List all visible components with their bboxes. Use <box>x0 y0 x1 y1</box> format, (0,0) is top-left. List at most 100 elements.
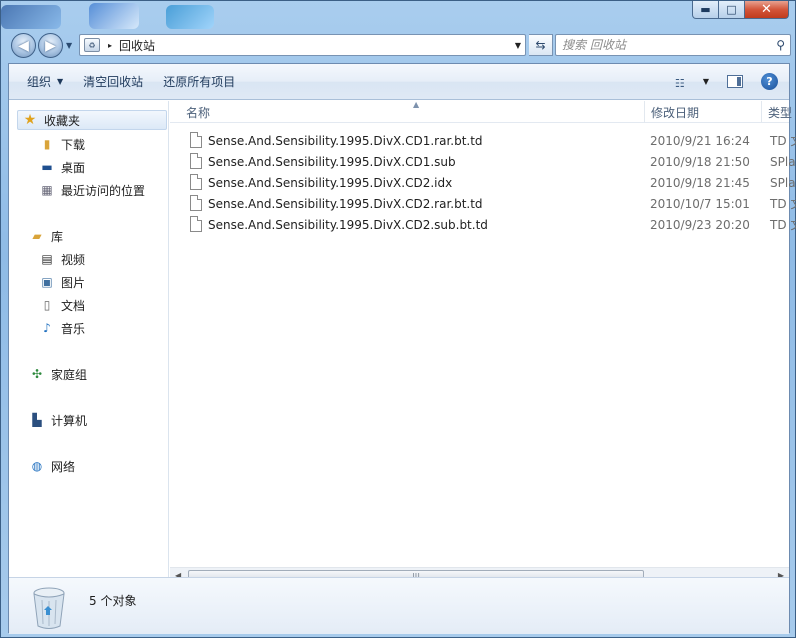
recycle-bin-icon <box>33 587 65 629</box>
details-pane: 5 个对象 <box>9 577 789 634</box>
videos-icon: ▤ <box>41 252 53 266</box>
file-date: 2010/9/18 21:50 <box>650 154 750 169</box>
back-button[interactable]: ◀ <box>11 33 36 58</box>
sidebar-item-label: 计算机 <box>51 413 88 428</box>
file-row[interactable]: Sense.And.Sensibility.1995.DivX.CD2.rar.… <box>170 193 796 214</box>
file-row[interactable]: Sense.And.Sensibility.1995.DivX.CD2.idx … <box>170 172 796 193</box>
file-type: TD 文 <box>770 218 796 232</box>
recycle-bin-small-icon: ♻ <box>84 38 100 52</box>
sidebar-item-label: 文档 <box>61 298 86 313</box>
sidebar-item-label: 下载 <box>61 137 86 152</box>
search-box[interactable]: ⚲ <box>555 34 791 56</box>
file-icon <box>190 153 202 169</box>
file-icon <box>190 216 202 232</box>
file-type: SPla <box>770 175 796 190</box>
maximize-button[interactable]: □ <box>719 1 745 19</box>
help-icon[interactable]: ? <box>761 73 778 90</box>
file-type: TD 文 <box>770 134 796 148</box>
sidebar-item-label: 视频 <box>61 252 86 267</box>
file-name: Sense.And.Sensibility.1995.DivX.CD2.sub.… <box>208 217 488 232</box>
empty-recycle-bin-button[interactable]: 清空回收站 <box>73 70 153 94</box>
file-icon <box>190 174 202 190</box>
file-name: Sense.And.Sensibility.1995.DivX.CD2.rar.… <box>208 196 483 211</box>
sidebar-item-label: 库 <box>51 229 64 244</box>
homegroup-icon: ✣ <box>31 367 43 381</box>
search-icon[interactable]: ⚲ <box>776 38 785 52</box>
address-history-dropdown-icon[interactable]: ▼ <box>515 41 521 50</box>
file-date: 2010/9/21 16:24 <box>650 133 750 148</box>
restore-all-items-button[interactable]: 还原所有项目 <box>153 70 245 94</box>
refresh-button[interactable]: ⇆ <box>529 34 553 56</box>
sidebar-item-network[interactable]: ◍ 网络 <box>29 456 75 476</box>
file-date: 2010/9/18 21:45 <box>650 175 750 190</box>
organize-label: 组织 <box>27 75 52 89</box>
minimize-button[interactable]: ▬ <box>692 1 719 19</box>
breadcrumb-recycle-bin[interactable]: 回收站 <box>119 37 155 54</box>
search-input[interactable] <box>562 38 762 52</box>
explorer-client-area: 组织 ▼ 清空回收站 还原所有项目 ☷ ▼ ? ★ 收藏夹 ▮ 下载 ▬ 桌面 … <box>8 63 796 634</box>
sidebar-item-desktop[interactable]: ▬ 桌面 <box>39 157 85 177</box>
file-row[interactable]: Sense.And.Sensibility.1995.DivX.CD1.sub … <box>170 151 796 172</box>
downloads-folder-icon: ▮ <box>43 137 51 151</box>
sidebar-item-label: 家庭组 <box>51 367 88 382</box>
sidebar-item-homegroup[interactable]: ✣ 家庭组 <box>29 364 87 384</box>
sidebar-item-documents[interactable]: ▯ 文档 <box>39 295 85 315</box>
navigation-bar: ◀ ▶ ▼ ♻ ▸ 回收站 ▼ ⇆ ⚲ <box>9 32 791 58</box>
music-icon: ♪ <box>43 321 51 335</box>
file-name: Sense.And.Sensibility.1995.DivX.CD2.idx <box>208 175 453 190</box>
column-type[interactable]: 类型 <box>762 101 796 123</box>
column-name-label: 名称 <box>186 105 211 120</box>
organize-button[interactable]: 组织 ▼ <box>17 70 73 94</box>
column-date-label: 修改日期 <box>651 105 700 120</box>
breadcrumb-arrow-icon[interactable]: ▸ <box>108 41 112 50</box>
network-icon: ◍ <box>31 459 43 473</box>
caption-buttons: ▬ □ ✕ <box>692 1 789 19</box>
desktop-icon: ▬ <box>41 160 53 174</box>
sidebar-item-music[interactable]: ♪ 音乐 <box>39 318 85 338</box>
sidebar-item-label: 收藏夹 <box>44 113 81 128</box>
file-icon <box>190 195 202 211</box>
file-type: SPla <box>770 154 796 169</box>
sidebar-item-videos[interactable]: ▤ 视频 <box>39 249 85 269</box>
navigation-pane: ★ 收藏夹 ▮ 下载 ▬ 桌面 ▦ 最近访问的位置 ▰ 库 ▤ 视频 ▣ 图片 … <box>9 101 169 577</box>
documents-icon: ▯ <box>43 298 51 312</box>
file-name: Sense.And.Sensibility.1995.DivX.CD1.rar.… <box>208 133 483 148</box>
sidebar-item-downloads[interactable]: ▮ 下载 <box>39 134 85 154</box>
file-row[interactable]: Sense.And.Sensibility.1995.DivX.CD2.sub.… <box>170 214 796 235</box>
column-name[interactable]: 名称 <box>180 101 645 123</box>
chevron-down-icon: ▼ <box>57 77 64 86</box>
close-button[interactable]: ✕ <box>745 1 789 19</box>
file-row[interactable]: Sense.And.Sensibility.1995.DivX.CD1.rar.… <box>170 130 796 151</box>
sidebar-item-label: 网络 <box>51 459 76 474</box>
address-bar[interactable]: ♻ ▸ 回收站 ▼ <box>79 34 526 56</box>
desktop-glass-background <box>1 1 261 31</box>
column-header: ▲ 名称 修改日期 类型 <box>170 100 792 123</box>
sidebar-item-label: 桌面 <box>61 160 86 175</box>
star-icon: ★ <box>23 112 37 128</box>
sidebar-item-libraries[interactable]: ▰ 库 <box>29 226 63 246</box>
explorer-window: ▬ □ ✕ ◀ ▶ ▼ ♻ ▸ 回收站 ▼ ⇆ ⚲ 组织 ▼ 清空回收站 还原所… <box>0 0 796 638</box>
column-type-label: 类型 <box>768 105 793 120</box>
file-date: 2010/10/7 15:01 <box>650 196 750 211</box>
preview-pane-icon[interactable] <box>727 75 743 88</box>
file-name: Sense.And.Sensibility.1995.DivX.CD1.sub <box>208 154 456 169</box>
sidebar-item-label: 音乐 <box>61 321 86 336</box>
forward-button[interactable]: ▶ <box>38 33 63 58</box>
recent-pages-dropdown-icon[interactable]: ▼ <box>66 41 72 50</box>
view-dropdown-icon[interactable]: ▼ <box>703 77 709 86</box>
sidebar-item-pictures[interactable]: ▣ 图片 <box>39 272 85 292</box>
column-date-modified[interactable]: 修改日期 <box>645 101 762 123</box>
sidebar-item-recent-places[interactable]: ▦ 最近访问的位置 <box>39 180 145 200</box>
refresh-icon: ⇆ <box>535 38 546 52</box>
computer-icon: ▙ <box>32 413 42 427</box>
sidebar-item-label: 图片 <box>61 275 86 290</box>
sidebar-item-favorites[interactable]: ★ 收藏夹 <box>17 110 167 130</box>
sidebar-item-computer[interactable]: ▙ 计算机 <box>29 410 87 430</box>
change-view-icon[interactable]: ☷ <box>675 77 689 90</box>
libraries-icon: ▰ <box>32 229 42 243</box>
file-type: TD 文 <box>770 197 796 211</box>
recent-places-icon: ▦ <box>41 183 53 197</box>
file-date: 2010/9/23 20:20 <box>650 217 750 232</box>
sidebar-item-label: 最近访问的位置 <box>61 183 146 198</box>
item-count: 5 个对象 <box>89 594 137 608</box>
